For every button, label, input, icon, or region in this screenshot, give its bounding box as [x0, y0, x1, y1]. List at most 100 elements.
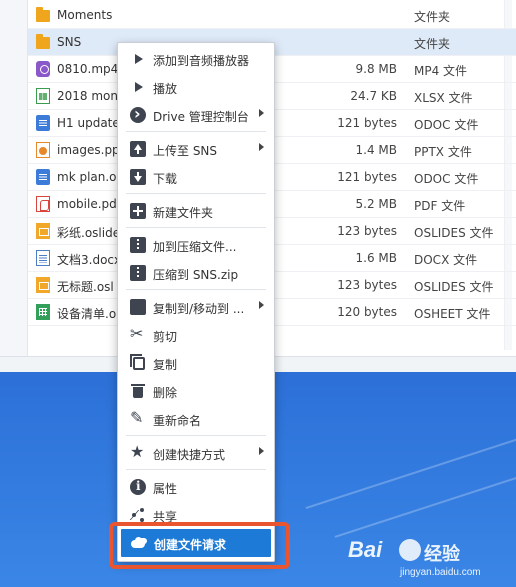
menu-item-play[interactable]: 播放: [118, 74, 274, 100]
menu-item-rename[interactable]: 重新命名: [118, 406, 274, 432]
menu-item-add-to-archive[interactable]: 加到压缩文件...: [118, 232, 274, 258]
file-name: 文档3.docx: [57, 253, 122, 267]
menu-item-properties[interactable]: 属性: [118, 474, 274, 500]
file-name: 0810.mp4: [57, 62, 119, 76]
file-type: PDF 文件: [414, 199, 466, 213]
file-name: images.pp: [57, 143, 120, 157]
scissors-icon: [130, 324, 146, 343]
presentation-file-icon: [36, 142, 50, 158]
document-file-icon: [36, 169, 50, 185]
file-type: ODOC 文件: [414, 172, 479, 186]
file-size: 121 bytes: [337, 116, 397, 130]
submenu-arrow-icon: [259, 143, 264, 151]
word-file-icon: [36, 250, 50, 266]
menu-item-delete[interactable]: 删除: [118, 378, 274, 404]
copy-move-icon: [130, 299, 146, 315]
menu-item-download[interactable]: 下载: [118, 164, 274, 190]
file-name: 2018 mon: [57, 89, 118, 103]
file-size: 5.2 MB: [355, 197, 397, 211]
upload-icon: [130, 141, 146, 157]
menu-item-copy-move[interactable]: 复制到/移动到 ...: [118, 294, 274, 320]
file-type: OSHEET 文件: [414, 307, 491, 321]
sidebar-edge: [0, 0, 28, 372]
file-name: 设备清单.o: [57, 307, 117, 321]
folder-icon: [36, 7, 50, 22]
file-name: 彩纸.oslide: [57, 226, 121, 240]
file-name: SNS: [57, 35, 82, 49]
folder-icon: [36, 34, 50, 49]
menu-separator: [126, 227, 266, 228]
menu-item-label: 属性: [153, 482, 178, 496]
file-row[interactable]: Moments 文件夹: [28, 2, 516, 29]
file-name: 无标题.osl: [57, 280, 114, 294]
document-file-icon: [36, 115, 50, 131]
watermark-url: jingyan.baidu.com: [400, 567, 481, 578]
file-type: ODOC 文件: [414, 118, 479, 132]
info-icon: [130, 479, 146, 495]
pencil-icon: [130, 408, 146, 427]
menu-item-label: 添加到音频播放器: [153, 54, 250, 68]
file-type: 文件夹: [414, 37, 451, 51]
compress-icon: [130, 265, 146, 281]
file-size: 121 bytes: [337, 170, 397, 184]
menu-separator: [126, 193, 266, 194]
play-icon: [130, 79, 146, 95]
menu-separator: [126, 131, 266, 132]
file-type: OSLIDES 文件: [414, 226, 494, 240]
context-menu: 添加到音频播放器 播放 Drive 管理控制台 上传至 SNS 下载 新建文件夹…: [117, 42, 275, 562]
menu-item-label: 上传至 SNS: [153, 144, 218, 158]
file-size: 123 bytes: [337, 224, 397, 238]
menu-item-label: 播放: [153, 82, 178, 96]
sheet-file-icon: [36, 304, 50, 320]
file-type: DOCX 文件: [414, 253, 478, 267]
menu-item-cut[interactable]: 剪切: [118, 322, 274, 348]
pdf-file-icon: [36, 196, 50, 212]
baidu-watermark: Bai 经验 jingyan.baidu.com: [348, 537, 488, 581]
menu-item-label: 加到压缩文件...: [153, 240, 237, 254]
file-size: 120 bytes: [337, 305, 397, 319]
file-size: 123 bytes: [337, 278, 397, 292]
file-name: mk plan.o: [57, 170, 117, 184]
menu-item-create-shortcut[interactable]: 创建快捷方式: [118, 440, 274, 466]
star-icon: [130, 442, 146, 461]
slides-file-icon: [36, 223, 50, 239]
watermark-brand: Bai: [348, 537, 383, 562]
paw-logo-icon: [399, 539, 421, 561]
menu-item-label: 下载: [153, 172, 178, 186]
file-name: H1 update: [57, 116, 120, 130]
menu-item-label: 剪切: [153, 330, 178, 344]
file-name: Moments: [57, 8, 113, 22]
file-type: 文件夹: [414, 10, 451, 24]
submenu-arrow-icon: [259, 109, 264, 117]
archive-icon: [130, 237, 146, 253]
file-type: MP4 文件: [414, 64, 468, 78]
menu-separator: [126, 469, 266, 470]
menu-item-label: Drive 管理控制台: [153, 110, 249, 124]
slides-file-icon: [36, 277, 50, 293]
file-name: mobile.pd: [57, 197, 117, 211]
file-type: OSLIDES 文件: [414, 280, 494, 294]
highlight-annotation-box: [109, 522, 290, 569]
copy-icon: [130, 354, 145, 370]
trash-icon: [130, 383, 146, 399]
new-folder-icon: [130, 203, 146, 219]
play-icon: [130, 51, 146, 67]
video-file-icon: [36, 61, 50, 77]
submenu-arrow-icon: [259, 301, 264, 309]
file-type: PPTX 文件: [414, 145, 472, 159]
menu-item-copy[interactable]: 复制: [118, 350, 274, 376]
menu-separator: [126, 435, 266, 436]
menu-separator: [126, 289, 266, 290]
menu-item-new-folder[interactable]: 新建文件夹: [118, 198, 274, 224]
menu-item-add-to-player[interactable]: 添加到音频播放器: [118, 46, 274, 72]
menu-item-compress[interactable]: 压缩到 SNS.zip: [118, 260, 274, 286]
menu-item-upload[interactable]: 上传至 SNS: [118, 136, 274, 162]
menu-item-label: 复制到/移动到 ...: [153, 302, 245, 316]
file-size: 1.6 MB: [355, 251, 397, 265]
file-size: 24.7 KB: [350, 89, 397, 103]
drive-icon: [130, 104, 146, 123]
menu-item-drive-console[interactable]: Drive 管理控制台: [118, 102, 274, 128]
menu-item-label: 新建文件夹: [153, 206, 214, 220]
file-size: 1.4 MB: [355, 143, 397, 157]
file-size: 9.8 MB: [355, 62, 397, 76]
